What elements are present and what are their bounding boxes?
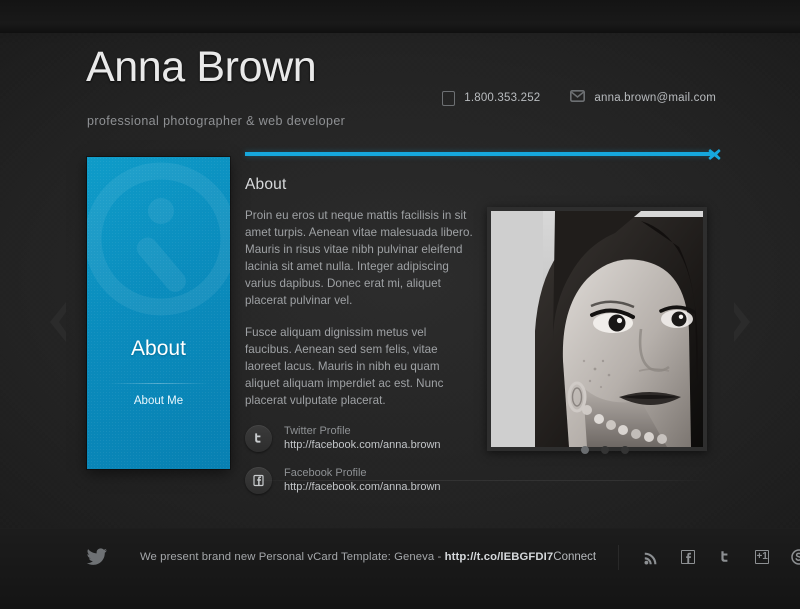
contact-email-value: anna.brown@mail.com <box>594 92 716 104</box>
main-panel: About Proin eu eros ut neque mattis faci… <box>245 149 721 508</box>
contact-phone[interactable]: 1.800.353.252 <box>442 90 541 106</box>
info-circle-icon <box>87 162 230 316</box>
mobile-phone-icon <box>442 90 456 106</box>
connect-divider <box>618 544 620 570</box>
sidebar-card-divider <box>109 383 208 384</box>
profile-meta: Twitter Profile http://facebook.com/anna… <box>284 424 441 453</box>
tweet-link[interactable]: http://t.co/lEBGFDI7 <box>445 551 554 563</box>
pager-dot-3[interactable] <box>621 446 629 454</box>
profile-name: Facebook Profile <box>284 467 367 479</box>
sidebar-card-about[interactable]: About About Me <box>87 157 230 469</box>
chevron-left-icon <box>50 302 66 342</box>
facebook-square <box>681 550 696 564</box>
list-item[interactable]: Twitter Profile http://facebook.com/anna… <box>245 424 477 453</box>
slide-pager <box>581 446 629 454</box>
next-slide-button[interactable] <box>726 296 760 348</box>
profile-links: Twitter Profile http://facebook.com/anna… <box>245 424 477 495</box>
portrait-photo <box>487 207 707 451</box>
footer-tweet: We present brand new Personal vCard Temp… <box>140 551 553 563</box>
section-title: About <box>245 176 287 193</box>
plus-one-square: +1 <box>755 550 770 564</box>
google-plus-one-icon[interactable]: +1 <box>752 547 772 567</box>
about-paragraph-1: Proin eu eros ut neque mattis facilisis … <box>245 209 473 307</box>
sidebar-card-subtitle: About Me <box>133 395 184 407</box>
pager-dot-2[interactable] <box>601 446 609 454</box>
profile-name: Twitter Profile <box>284 425 351 437</box>
header-contacts: 1.800.353.252 anna.brown@mail.com <box>442 89 716 107</box>
close-x-icon[interactable] <box>707 147 722 162</box>
twitter-icon <box>245 425 272 452</box>
tweet-text: We present brand new Personal vCard Temp… <box>140 551 445 563</box>
facebook-icon[interactable] <box>678 547 698 567</box>
rss-icon[interactable] <box>641 547 661 567</box>
connect-group: Connect +1 <box>553 544 800 570</box>
page-header: Anna Brown professional photographer & w… <box>86 46 716 134</box>
contact-phone-value: 1.800.353.252 <box>464 92 541 104</box>
twitter-icon[interactable] <box>715 547 735 567</box>
contact-email[interactable]: anna.brown@mail.com <box>570 89 716 107</box>
twitter-bird-icon <box>86 546 108 568</box>
skype-icon[interactable] <box>789 547 800 567</box>
prev-slide-button[interactable] <box>40 296 74 348</box>
envelope-icon <box>570 89 586 107</box>
page-title: Anna Brown <box>86 43 317 91</box>
about-paragraph-2: Fusce aliquam dignissim metus vel faucib… <box>245 326 444 407</box>
pager-dot-1[interactable] <box>581 446 589 454</box>
connect-label: Connect <box>553 551 597 563</box>
header-tagline: professional photographer & web develope… <box>87 114 346 128</box>
accent-top-bar <box>245 149 721 160</box>
about-content-row: Proin eu eros ut neque mattis facilisis … <box>245 207 715 508</box>
about-text-column: Proin eu eros ut neque mattis facilisis … <box>245 207 473 508</box>
profile-url: http://facebook.com/anna.brown <box>284 481 441 493</box>
profile-url: http://facebook.com/anna.brown <box>284 439 441 451</box>
page-root: Anna Brown professional photographer & w… <box>0 0 800 609</box>
content-separator <box>245 480 713 481</box>
chevron-right-icon <box>734 302 750 342</box>
page-footer: We present brand new Personal vCard Temp… <box>0 528 800 609</box>
sidebar-card-title: About <box>131 337 186 360</box>
